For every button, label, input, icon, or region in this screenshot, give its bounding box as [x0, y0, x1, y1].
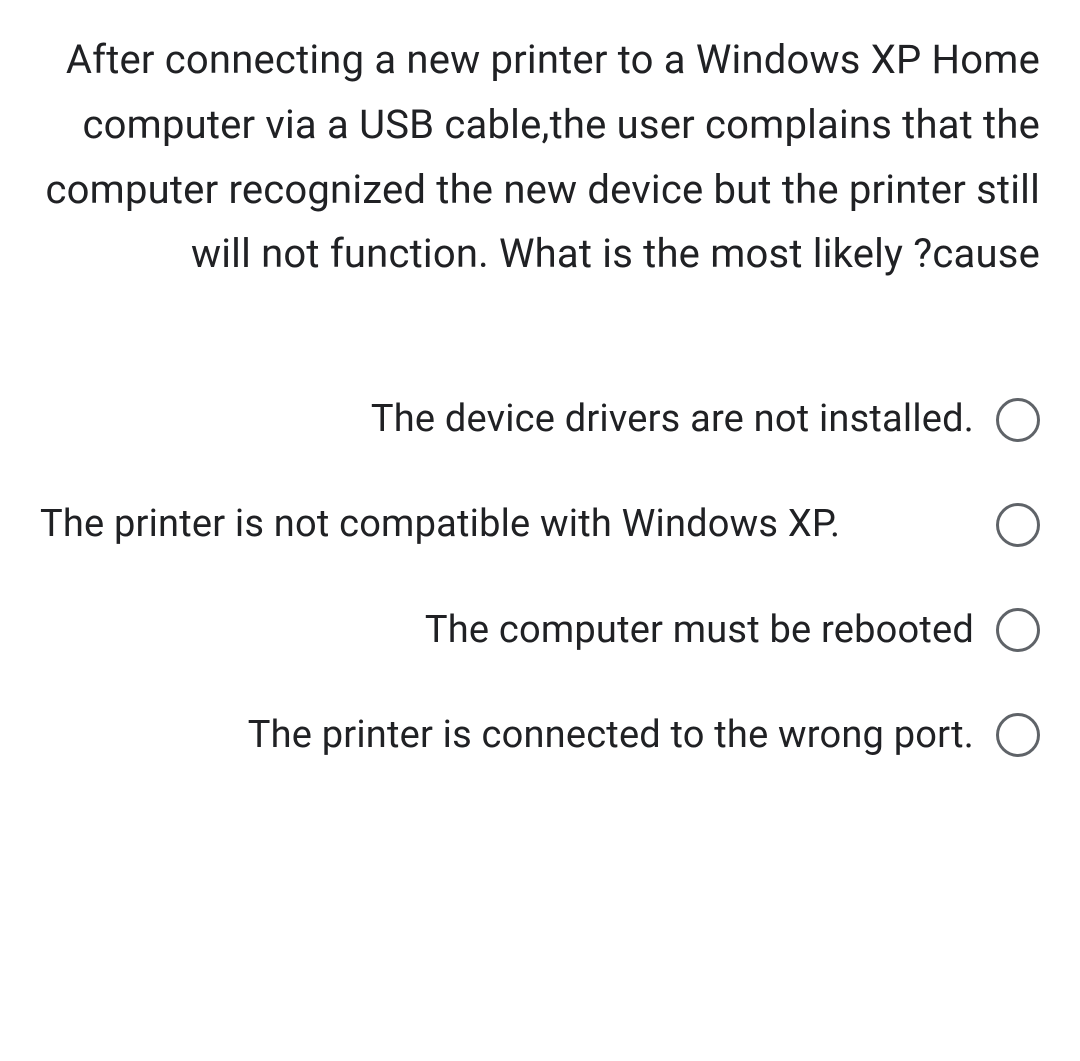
radio-icon[interactable]	[996, 398, 1040, 442]
option-row[interactable]: The computer must be rebooted	[40, 578, 1040, 683]
radio-icon[interactable]	[996, 608, 1040, 652]
option-label: The computer must be rebooted	[40, 604, 974, 657]
option-label: The printer is connected to the wrong po…	[40, 709, 974, 762]
option-row[interactable]: The device drivers are not installed.	[40, 367, 1040, 472]
option-row[interactable]: The printer is connected to the wrong po…	[40, 683, 1040, 788]
radio-icon[interactable]	[996, 713, 1040, 757]
radio-icon[interactable]	[996, 503, 1040, 547]
option-row[interactable]: The printer is not compatible with Windo…	[40, 472, 1040, 577]
option-label: The device drivers are not installed.	[40, 393, 974, 446]
question-text: After connecting a new printer to a Wind…	[40, 28, 1040, 287]
option-label: The printer is not compatible with Windo…	[40, 498, 974, 551]
options-list: The device drivers are not installed. Th…	[40, 367, 1040, 788]
